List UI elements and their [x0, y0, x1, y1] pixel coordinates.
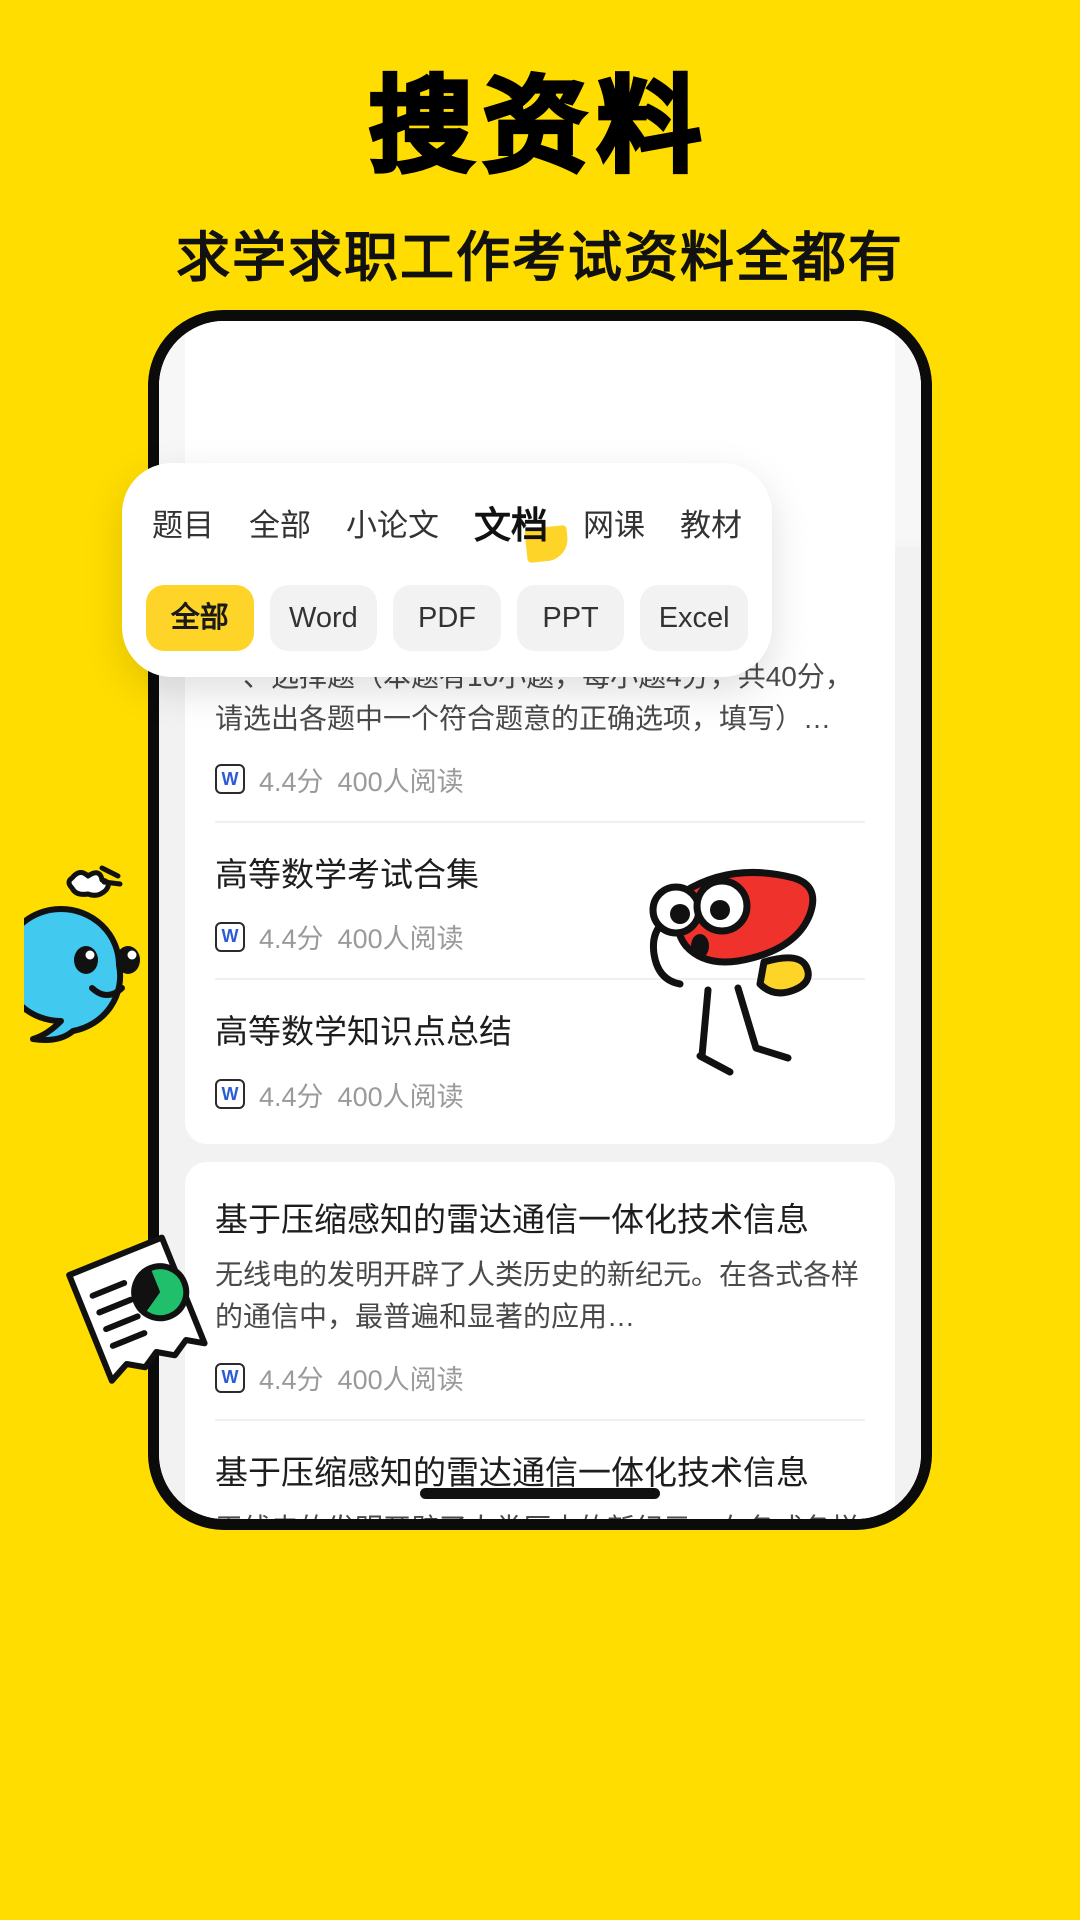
- document-chart-mascot: [66, 1234, 208, 1384]
- chip-all[interactable]: 全部: [146, 585, 254, 651]
- results-card-secondary: 基于压缩感知的雷达通信一体化技术信息 无线电的发明开辟了人类历史的新纪元。在各式…: [185, 1161, 895, 1519]
- promo-header: 搜资料 求学求职工作考试资料全都有: [0, 0, 1080, 292]
- result-reads: 400人阅读: [337, 924, 464, 955]
- result-meta: W 4.4分 400人阅读: [215, 760, 865, 799]
- tab-quanbu[interactable]: 全部: [245, 494, 315, 551]
- result-rating: 4.4分: [259, 1081, 324, 1112]
- result-reads: 400人阅读: [337, 766, 464, 797]
- blue-blob-mascot: [24, 865, 140, 1043]
- red-bird-mascot: [649, 868, 817, 1076]
- category-tabs: 题目 全部 小论文 文档 网课 教材: [122, 489, 772, 555]
- tab-wendang[interactable]: 文档: [470, 489, 552, 555]
- result-rating: 4.4分: [259, 1365, 324, 1396]
- word-file-icon: W: [215, 921, 245, 952]
- result-desc: 无线电的发明开辟了人类历史的新纪元。在各式各样的通信中，最普遍和显著的应用…: [215, 1259, 860, 1333]
- tab-xiaolunwen[interactable]: 小论文: [342, 494, 443, 551]
- chip-excel[interactable]: Excel: [640, 585, 748, 651]
- home-indicator: [420, 1488, 660, 1499]
- list-item[interactable]: 基于压缩感知的雷达通信一体化技术信息 无线电的发明开辟了人类历史的新纪元。在各式…: [215, 1168, 865, 1422]
- result-title: 基于压缩感知的雷达通信一体化技术信息: [215, 1200, 809, 1238]
- tab-wangke[interactable]: 网课: [579, 494, 649, 551]
- result-desc: 无线电的发明开辟了人类历史的新纪元。在各式各样的通信中，最普遍和显著的应用…: [215, 1508, 865, 1519]
- chip-word[interactable]: Word: [269, 585, 378, 651]
- page-title: 搜资料: [367, 69, 711, 185]
- page-subtitle: 求学求职工作考试资料全都有: [176, 228, 904, 288]
- chip-pdf[interactable]: PDF: [393, 585, 501, 651]
- result-meta: W 4.4分 400人阅读: [215, 1358, 865, 1397]
- tab-jiaocai[interactable]: 教材: [676, 494, 746, 551]
- result-rating: 4.4分: [259, 924, 324, 955]
- word-file-icon: W: [215, 764, 245, 795]
- result-reads: 400人阅读: [337, 1365, 464, 1396]
- filetype-chips: 全部 Word PDF PPT Excel: [122, 555, 772, 651]
- filter-panel: 题目 全部 小论文 文档 网课 教材 全部 Word PDF PPT Excel: [122, 463, 772, 677]
- list-item[interactable]: 基于压缩感知的雷达通信一体化技术信息 无线电的发明开辟了人类历史的新纪元。在各式…: [215, 1421, 865, 1519]
- word-file-icon: W: [215, 1079, 245, 1110]
- tab-timu[interactable]: 题目: [148, 494, 218, 551]
- result-reads: 400人阅读: [337, 1081, 464, 1112]
- chip-ppt[interactable]: PPT: [516, 585, 625, 651]
- result-rating: 4.4分: [259, 766, 324, 797]
